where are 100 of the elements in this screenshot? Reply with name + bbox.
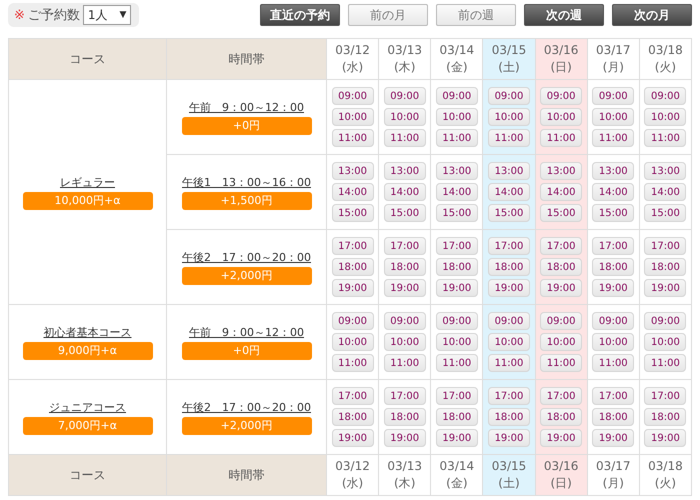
- nav-button[interactable]: 次の週: [524, 4, 604, 26]
- time-button[interactable]: 10:00: [644, 333, 686, 351]
- time-button[interactable]: 18:00: [332, 258, 374, 276]
- count-select[interactable]: 1人 ▼: [82, 5, 132, 25]
- time-button[interactable]: 17:00: [644, 387, 686, 405]
- time-button[interactable]: 09:00: [384, 312, 426, 330]
- time-button[interactable]: 10:00: [540, 108, 582, 126]
- time-button[interactable]: 14:00: [436, 183, 478, 201]
- time-button[interactable]: 18:00: [332, 408, 374, 426]
- time-button[interactable]: 14:00: [540, 183, 582, 201]
- time-button[interactable]: 14:00: [488, 183, 530, 201]
- time-button[interactable]: 18:00: [540, 408, 582, 426]
- time-button[interactable]: 11:00: [488, 129, 530, 147]
- time-button[interactable]: 19:00: [540, 279, 582, 297]
- time-button[interactable]: 10:00: [332, 333, 374, 351]
- time-slot-link[interactable]: 午前 9：00～12：00: [189, 324, 304, 340]
- time-button[interactable]: 19:00: [540, 429, 582, 447]
- time-button[interactable]: 10:00: [592, 333, 634, 351]
- time-button[interactable]: 09:00: [592, 312, 634, 330]
- time-button[interactable]: 17:00: [436, 237, 478, 255]
- time-button[interactable]: 19:00: [332, 429, 374, 447]
- time-button[interactable]: 10:00: [332, 108, 374, 126]
- time-button[interactable]: 15:00: [384, 204, 426, 222]
- time-button[interactable]: 18:00: [384, 258, 426, 276]
- time-button[interactable]: 11:00: [540, 354, 582, 372]
- time-button[interactable]: 11:00: [592, 129, 634, 147]
- time-button[interactable]: 18:00: [488, 408, 530, 426]
- time-button[interactable]: 19:00: [488, 429, 530, 447]
- time-button[interactable]: 18:00: [540, 258, 582, 276]
- time-slot-link[interactable]: 午前 9：00～12：00: [189, 100, 304, 114]
- time-button[interactable]: 18:00: [384, 408, 426, 426]
- time-button[interactable]: 13:00: [488, 162, 530, 180]
- time-button[interactable]: 18:00: [436, 408, 478, 426]
- time-button[interactable]: 13:00: [644, 162, 686, 180]
- time-button[interactable]: 10:00: [436, 108, 478, 126]
- time-button[interactable]: 14:00: [644, 183, 686, 201]
- course-link[interactable]: レギュラー: [60, 174, 115, 190]
- time-button[interactable]: 19:00: [644, 429, 686, 447]
- time-button[interactable]: 10:00: [436, 333, 478, 351]
- time-button[interactable]: 13:00: [592, 162, 634, 180]
- nav-button[interactable]: 次の月: [612, 4, 692, 26]
- time-button[interactable]: 17:00: [540, 387, 582, 405]
- time-button[interactable]: 14:00: [592, 183, 634, 201]
- time-button[interactable]: 11:00: [384, 354, 426, 372]
- time-button[interactable]: 10:00: [592, 108, 634, 126]
- time-button[interactable]: 19:00: [488, 279, 530, 297]
- time-button[interactable]: 18:00: [644, 408, 686, 426]
- time-button[interactable]: 17:00: [488, 237, 530, 255]
- time-button[interactable]: 11:00: [436, 129, 478, 147]
- time-button[interactable]: 15:00: [592, 204, 634, 222]
- time-button[interactable]: 15:00: [540, 204, 582, 222]
- time-button[interactable]: 18:00: [436, 258, 478, 276]
- time-button[interactable]: 09:00: [384, 87, 426, 105]
- time-button[interactable]: 13:00: [436, 162, 478, 180]
- time-button[interactable]: 18:00: [592, 258, 634, 276]
- time-button[interactable]: 10:00: [644, 108, 686, 126]
- time-button[interactable]: 17:00: [436, 387, 478, 405]
- time-button[interactable]: 19:00: [384, 279, 426, 297]
- time-button[interactable]: 11:00: [644, 354, 686, 372]
- time-button[interactable]: 09:00: [644, 312, 686, 330]
- time-button[interactable]: 09:00: [540, 87, 582, 105]
- time-button[interactable]: 11:00: [384, 129, 426, 147]
- time-button[interactable]: 14:00: [332, 183, 374, 201]
- time-button[interactable]: 17:00: [332, 387, 374, 405]
- time-button[interactable]: 17:00: [540, 237, 582, 255]
- time-slot-link[interactable]: 午後1 13：00～16：00: [182, 174, 311, 190]
- time-button[interactable]: 18:00: [644, 258, 686, 276]
- time-button[interactable]: 15:00: [332, 204, 374, 222]
- course-link[interactable]: 初心者基本コース: [44, 324, 132, 340]
- time-button[interactable]: 15:00: [488, 204, 530, 222]
- time-button[interactable]: 18:00: [488, 258, 530, 276]
- time-button[interactable]: 10:00: [384, 108, 426, 126]
- time-button[interactable]: 11:00: [488, 354, 530, 372]
- time-button[interactable]: 09:00: [436, 312, 478, 330]
- time-button[interactable]: 19:00: [436, 429, 478, 447]
- time-button[interactable]: 10:00: [488, 333, 530, 351]
- time-button[interactable]: 11:00: [540, 129, 582, 147]
- course-link[interactable]: ジュニアコース: [49, 400, 126, 414]
- time-button[interactable]: 09:00: [644, 87, 686, 105]
- time-button[interactable]: 13:00: [540, 162, 582, 180]
- time-button[interactable]: 11:00: [644, 129, 686, 147]
- time-button[interactable]: 09:00: [332, 87, 374, 105]
- time-button[interactable]: 18:00: [592, 408, 634, 426]
- time-button[interactable]: 19:00: [592, 279, 634, 297]
- time-button[interactable]: 19:00: [384, 429, 426, 447]
- time-button[interactable]: 19:00: [644, 279, 686, 297]
- time-button[interactable]: 17:00: [592, 237, 634, 255]
- time-button[interactable]: 17:00: [488, 387, 530, 405]
- time-button[interactable]: 15:00: [436, 204, 478, 222]
- time-button[interactable]: 19:00: [332, 279, 374, 297]
- time-button[interactable]: 14:00: [384, 183, 426, 201]
- time-button[interactable]: 11:00: [332, 129, 374, 147]
- time-button[interactable]: 11:00: [436, 354, 478, 372]
- time-button[interactable]: 17:00: [644, 237, 686, 255]
- time-button[interactable]: 17:00: [384, 387, 426, 405]
- time-button[interactable]: 11:00: [332, 354, 374, 372]
- time-button[interactable]: 09:00: [540, 312, 582, 330]
- time-slot-link[interactable]: 午後2 17：00～20：00: [182, 250, 311, 264]
- time-button[interactable]: 17:00: [384, 237, 426, 255]
- time-button[interactable]: 13:00: [384, 162, 426, 180]
